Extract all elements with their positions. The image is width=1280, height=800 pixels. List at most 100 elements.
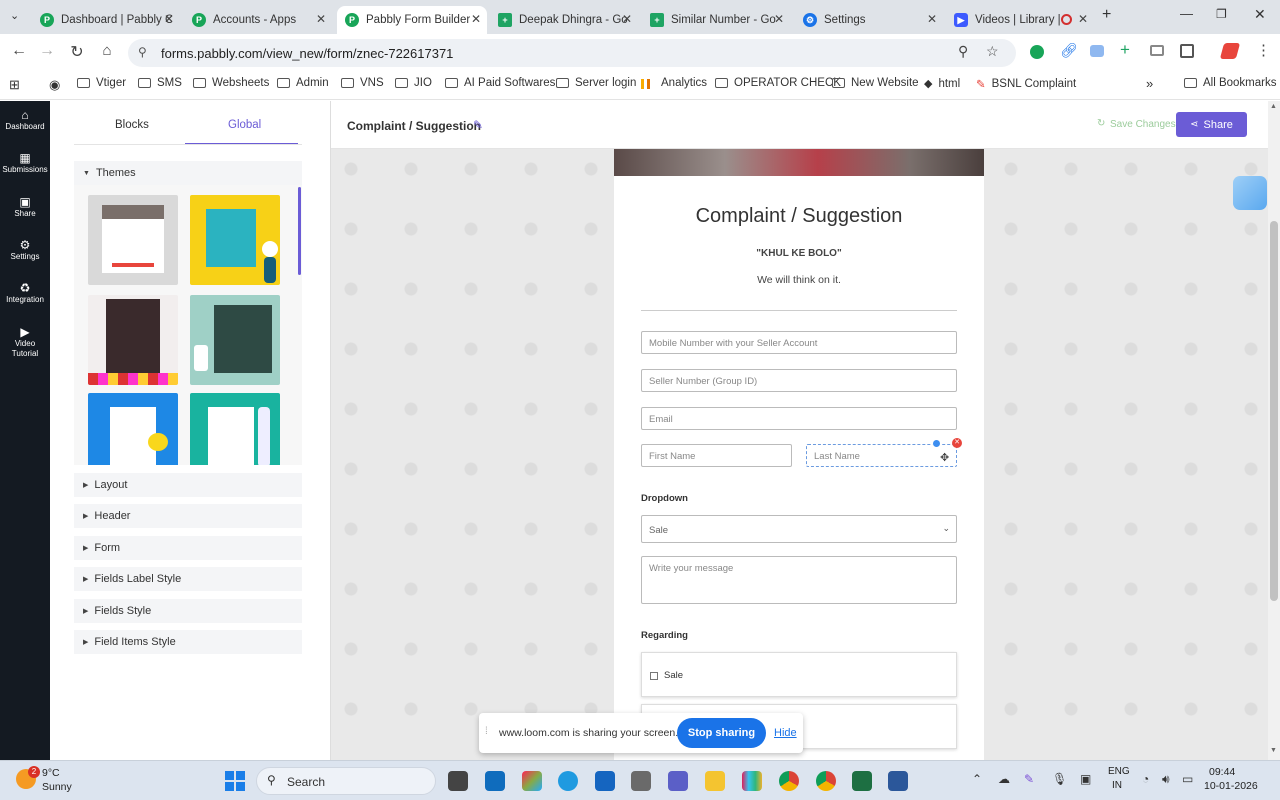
- sidebar-item-submissions[interactable]: ▦ Submissions: [0, 152, 50, 175]
- bookmark-ai-paid[interactable]: AI Paid Softwares: [445, 77, 555, 89]
- close-icon[interactable]: ✕: [927, 12, 937, 26]
- sidebar-item-video-tutorial[interactable]: ▶ Video Tutorial: [0, 326, 50, 359]
- home-icon[interactable]: ⌂: [96, 42, 118, 59]
- accordion-themes[interactable]: ▼ Themes: [74, 161, 302, 185]
- theme-thumbnail[interactable]: [88, 195, 178, 285]
- tab-deepak[interactable]: + Deepak Dhingra - Go ✕: [490, 6, 638, 34]
- new-tab-icon[interactable]: +: [1102, 6, 1111, 24]
- link-icon[interactable]: 🔗︎: [1060, 42, 1078, 59]
- reload-icon[interactable]: ↻: [66, 42, 88, 62]
- bookmark-vns[interactable]: VNS: [341, 77, 384, 89]
- message-textarea[interactable]: Write your message: [641, 556, 957, 604]
- sidebar-item-settings[interactable]: ⚙ Settings: [0, 239, 50, 262]
- sidebar-item-integration[interactable]: ♻ Integration: [0, 282, 50, 305]
- drag-handle-icon[interactable]: ⁞: [485, 726, 488, 737]
- close-icon[interactable]: ✕: [164, 12, 174, 26]
- theme-thumbnail[interactable]: [190, 195, 280, 285]
- tab-blocks[interactable]: Blocks: [115, 119, 149, 131]
- file-explorer-icon[interactable]: [705, 771, 725, 791]
- scroll-up-icon[interactable]: ▲: [1270, 103, 1277, 110]
- move-handle-icon[interactable]: ✥: [940, 451, 949, 464]
- window-close-icon[interactable]: ✕: [1254, 6, 1266, 23]
- apps-grid-icon[interactable]: ⊞: [9, 77, 20, 93]
- bookmark-star-icon[interactable]: ☆: [986, 43, 999, 60]
- bookmark-html[interactable]: ◆ html: [924, 77, 960, 91]
- tray-chevron-icon[interactable]: ⌃: [972, 772, 982, 786]
- close-icon[interactable]: ✕: [471, 12, 481, 26]
- extension-icon[interactable]: [1090, 45, 1104, 57]
- add-extension-icon[interactable]: +: [1120, 40, 1130, 60]
- calculator-icon[interactable]: [631, 771, 651, 791]
- accordion-layout[interactable]: ▶ Layout: [74, 473, 302, 497]
- checkbox[interactable]: [650, 672, 658, 680]
- accordion-fields-style[interactable]: ▶ Fields Style: [74, 599, 302, 623]
- wifi-icon[interactable]: ◔: [1142, 772, 1149, 786]
- themes-scrollbar[interactable]: [298, 187, 301, 275]
- sidebar-item-share[interactable]: ▣ Share: [0, 196, 50, 219]
- excel-icon[interactable]: [852, 771, 872, 791]
- mic-icon[interactable]: 🎙︎: [1052, 772, 1067, 786]
- theme-thumbnail[interactable]: [190, 295, 280, 385]
- option-card[interactable]: Sale: [641, 652, 957, 697]
- save-changes-button[interactable]: Save Changes: [1110, 119, 1176, 130]
- tab-similar-number[interactable]: + Similar Number - Go ✕: [642, 6, 790, 34]
- accordion-form[interactable]: ▶ Form: [74, 536, 302, 560]
- maximize-icon[interactable]: ❐: [1216, 7, 1227, 21]
- store-icon[interactable]: [485, 771, 505, 791]
- menu-icon[interactable]: ⋮: [1256, 41, 1271, 59]
- camera-icon[interactable]: ▣: [1080, 772, 1091, 786]
- taskbar-search[interactable]: ⚲ Search: [256, 767, 436, 795]
- minimize-icon[interactable]: —: [1180, 6, 1193, 21]
- zoom-icon[interactable]: ⚲: [958, 43, 968, 60]
- cloud-icon[interactable]: ☁: [998, 772, 1010, 786]
- tab-settings[interactable]: ⚙ Settings ✕: [795, 6, 943, 34]
- close-icon[interactable]: ✕: [622, 12, 632, 26]
- bookmark-operator-check[interactable]: OPERATOR CHECK: [715, 77, 841, 89]
- seller-number-input[interactable]: Seller Number (Group ID): [641, 369, 957, 392]
- url-input[interactable]: ⚲ forms.pabbly.com/view_new/form/znec-72…: [128, 39, 1016, 67]
- pen-icon[interactable]: ✎: [1024, 772, 1034, 786]
- bookmark-server-login[interactable]: Server login: [556, 77, 636, 89]
- bookmark-websheets[interactable]: Websheets: [193, 77, 269, 89]
- loom-bubble-icon[interactable]: [1233, 176, 1267, 210]
- close-icon[interactable]: ✕: [1078, 12, 1088, 26]
- accordion-fields-label-style[interactable]: ▶ Fields Label Style: [74, 567, 302, 591]
- stop-sharing-button[interactable]: Stop sharing: [677, 718, 766, 748]
- sidebar-item-dashboard[interactable]: ⌂ Dashboard: [0, 109, 50, 132]
- forward-icon[interactable]: →: [36, 42, 58, 60]
- teams-icon[interactable]: [668, 771, 688, 791]
- slack-icon[interactable]: [742, 771, 762, 791]
- accordion-field-items-style[interactable]: ▶ Field Items Style: [74, 630, 302, 654]
- tab-search-icon[interactable]: ⌄: [10, 9, 19, 22]
- share-button[interactable]: ⋖ Share: [1176, 112, 1247, 137]
- volume-icon[interactable]: 🔊︎: [1162, 772, 1170, 787]
- tab-form-builder[interactable]: P Pabbly Form Builder ✕: [337, 6, 487, 34]
- edit-pencil-icon[interactable]: ✎: [473, 118, 483, 132]
- scroll-down-icon[interactable]: ▼: [1270, 747, 1277, 754]
- dropdown-select[interactable]: Sale ⌄: [641, 515, 957, 543]
- battery-icon[interactable]: ▭: [1182, 772, 1193, 786]
- taskview-icon[interactable]: [448, 771, 468, 791]
- bookmark-vtiger[interactable]: Vtiger: [77, 77, 126, 89]
- more-bookmarks-icon[interactable]: »: [1146, 76, 1153, 91]
- chrome-profile-icon[interactable]: [816, 771, 836, 791]
- email-input[interactable]: Email: [641, 407, 957, 430]
- bookmark-new-website[interactable]: New Website: [832, 77, 919, 89]
- chrome-icon[interactable]: [779, 771, 799, 791]
- tab-dashboard[interactable]: P Dashboard | Pabbly C ✕: [32, 6, 180, 34]
- camera-icon[interactable]: [1150, 45, 1164, 56]
- accordion-header[interactable]: ▶ Header: [74, 504, 302, 528]
- tab-videos[interactable]: ▶ Videos | Library | ✕: [946, 6, 1094, 34]
- windows-start-icon[interactable]: [225, 771, 245, 791]
- theme-thumbnail[interactable]: [190, 393, 280, 465]
- hide-link[interactable]: Hide: [774, 727, 797, 739]
- bookmark-bsnl[interactable]: ✎ BSNL Complaint: [976, 77, 1076, 91]
- close-icon[interactable]: ✕: [774, 12, 784, 26]
- theme-thumbnail[interactable]: [88, 295, 178, 385]
- theme-thumbnail[interactable]: [88, 393, 178, 465]
- page-scrollbar[interactable]: ▲ ▼: [1268, 101, 1280, 760]
- site-info-icon[interactable]: ⚲: [138, 45, 147, 59]
- app-icon[interactable]: [595, 771, 615, 791]
- settings-handle-icon[interactable]: [932, 439, 941, 448]
- mobile-number-input[interactable]: Mobile Number with your Seller Account: [641, 331, 957, 354]
